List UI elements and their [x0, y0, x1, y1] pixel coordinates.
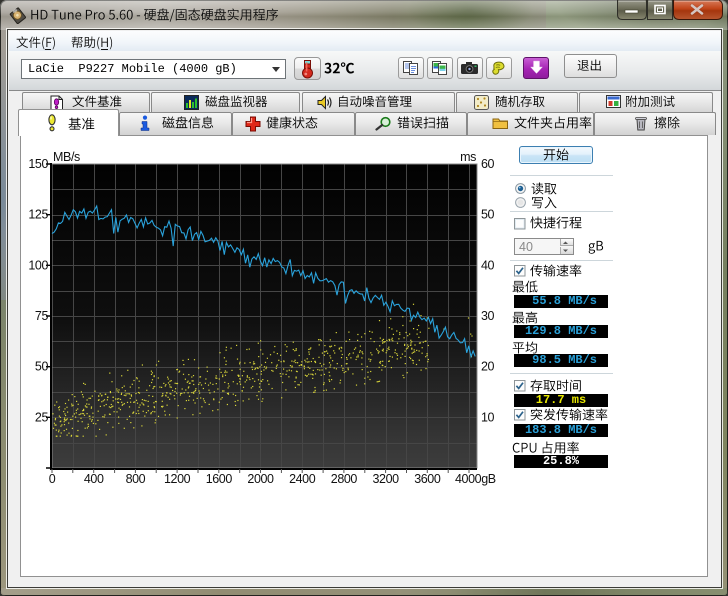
svg-text:30: 30 — [481, 309, 495, 323]
svg-text:3200: 3200 — [372, 472, 399, 486]
svg-text:40: 40 — [481, 258, 495, 272]
svg-text:60: 60 — [481, 157, 495, 171]
svg-text:2400: 2400 — [289, 472, 316, 486]
svg-text:50: 50 — [481, 208, 495, 222]
svg-text:1200: 1200 — [164, 472, 191, 486]
svg-text:MB/s: MB/s — [53, 150, 80, 164]
svg-text:ms: ms — [460, 150, 476, 164]
svg-text:800: 800 — [126, 472, 146, 486]
svg-text:75: 75 — [35, 309, 49, 323]
svg-text:100: 100 — [28, 258, 48, 272]
svg-text:20: 20 — [481, 360, 495, 374]
svg-text:3600: 3600 — [414, 472, 441, 486]
svg-text:2000: 2000 — [247, 472, 274, 486]
svg-text:50: 50 — [35, 360, 49, 374]
svg-text:25: 25 — [35, 410, 49, 424]
svg-text:150: 150 — [28, 157, 48, 171]
svg-text:400: 400 — [84, 472, 104, 486]
svg-text:0: 0 — [49, 472, 56, 486]
svg-text:10: 10 — [481, 410, 495, 424]
svg-text:1600: 1600 — [206, 472, 233, 486]
svg-text:125: 125 — [28, 208, 48, 222]
svg-text:2800: 2800 — [331, 472, 358, 486]
svg-text:4000gB: 4000gB — [455, 472, 496, 486]
